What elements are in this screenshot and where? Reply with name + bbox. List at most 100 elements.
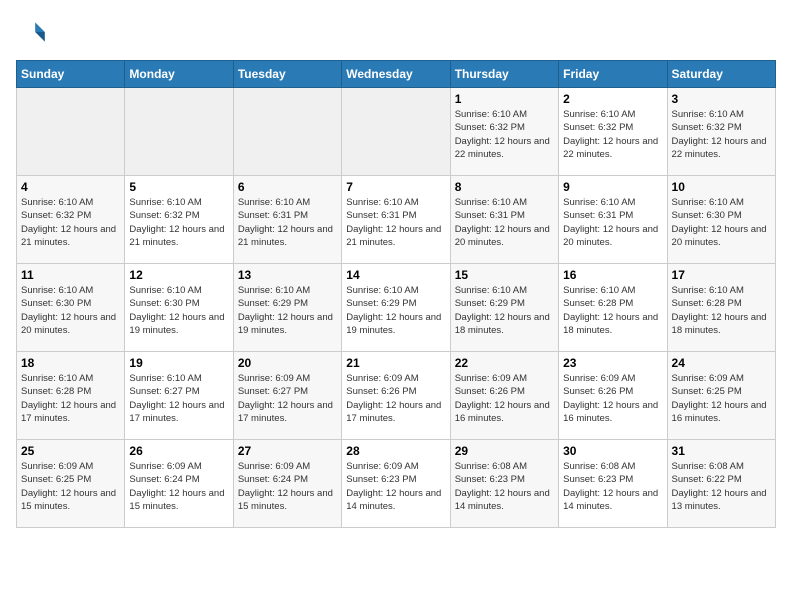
header-row: SundayMondayTuesdayWednesdayThursdayFrid…: [17, 61, 776, 88]
day-info: Sunrise: 6:10 AM Sunset: 6:28 PM Dayligh…: [21, 372, 120, 425]
day-info: Sunrise: 6:10 AM Sunset: 6:32 PM Dayligh…: [129, 196, 228, 249]
day-header-wednesday: Wednesday: [342, 61, 450, 88]
day-number: 29: [455, 444, 554, 458]
day-info: Sunrise: 6:10 AM Sunset: 6:29 PM Dayligh…: [238, 284, 337, 337]
day-info: Sunrise: 6:10 AM Sunset: 6:28 PM Dayligh…: [672, 284, 771, 337]
day-number: 15: [455, 268, 554, 282]
day-number: 19: [129, 356, 228, 370]
day-number: 21: [346, 356, 445, 370]
day-number: 6: [238, 180, 337, 194]
day-number: 7: [346, 180, 445, 194]
day-cell: 26 Sunrise: 6:09 AM Sunset: 6:24 PM Dayli…: [125, 440, 233, 528]
day-info: Sunrise: 6:10 AM Sunset: 6:30 PM Dayligh…: [21, 284, 120, 337]
day-number: 2: [563, 92, 662, 106]
day-info: Sunrise: 6:09 AM Sunset: 6:24 PM Dayligh…: [129, 460, 228, 513]
day-info: Sunrise: 6:08 AM Sunset: 6:23 PM Dayligh…: [563, 460, 662, 513]
week-row-3: 11 Sunrise: 6:10 AM Sunset: 6:30 PM Dayli…: [17, 264, 776, 352]
day-cell: 28 Sunrise: 6:09 AM Sunset: 6:23 PM Dayli…: [342, 440, 450, 528]
day-info: Sunrise: 6:10 AM Sunset: 6:30 PM Dayligh…: [129, 284, 228, 337]
day-info: Sunrise: 6:08 AM Sunset: 6:23 PM Dayligh…: [455, 460, 554, 513]
day-info: Sunrise: 6:10 AM Sunset: 6:32 PM Dayligh…: [672, 108, 771, 161]
day-number: 31: [672, 444, 771, 458]
day-cell: [233, 88, 341, 176]
day-cell: 17 Sunrise: 6:10 AM Sunset: 6:28 PM Dayli…: [667, 264, 775, 352]
day-cell: 3Sunrise: 6:10 AM Sunset: 6:32 PM Daylig…: [667, 88, 775, 176]
day-number: 20: [238, 356, 337, 370]
day-number: 12: [129, 268, 228, 282]
day-cell: 24Sunrise: 6:09 AM Sunset: 6:25 PM Dayli…: [667, 352, 775, 440]
day-cell: 14 Sunrise: 6:10 AM Sunset: 6:29 PM Dayli…: [342, 264, 450, 352]
day-cell: 13 Sunrise: 6:10 AM Sunset: 6:29 PM Dayli…: [233, 264, 341, 352]
day-number: 14: [346, 268, 445, 282]
day-number: 8: [455, 180, 554, 194]
logo: [16, 16, 52, 48]
day-info: Sunrise: 6:10 AM Sunset: 6:31 PM Dayligh…: [563, 196, 662, 249]
day-cell: 11 Sunrise: 6:10 AM Sunset: 6:30 PM Dayli…: [17, 264, 125, 352]
week-row-4: 18 Sunrise: 6:10 AM Sunset: 6:28 PM Dayli…: [17, 352, 776, 440]
day-cell: 19 Sunrise: 6:10 AM Sunset: 6:27 PM Dayli…: [125, 352, 233, 440]
day-header-friday: Friday: [559, 61, 667, 88]
day-cell: 29 Sunrise: 6:08 AM Sunset: 6:23 PM Dayli…: [450, 440, 558, 528]
day-cell: 16 Sunrise: 6:10 AM Sunset: 6:28 PM Dayli…: [559, 264, 667, 352]
day-info: Sunrise: 6:10 AM Sunset: 6:31 PM Dayligh…: [455, 196, 554, 249]
day-number: 18: [21, 356, 120, 370]
day-cell: [125, 88, 233, 176]
day-info: Sunrise: 6:09 AM Sunset: 6:23 PM Dayligh…: [346, 460, 445, 513]
day-cell: 2 Sunrise: 6:10 AM Sunset: 6:32 PM Daylig…: [559, 88, 667, 176]
day-info: Sunrise: 6:08 AM Sunset: 6:22 PM Dayligh…: [672, 460, 771, 513]
day-cell: 25 Sunrise: 6:09 AM Sunset: 6:25 PM Dayli…: [17, 440, 125, 528]
day-cell: 21 Sunrise: 6:09 AM Sunset: 6:26 PM Dayli…: [342, 352, 450, 440]
day-number: 10: [672, 180, 771, 194]
day-info: Sunrise: 6:10 AM Sunset: 6:32 PM Dayligh…: [563, 108, 662, 161]
day-cell: [17, 88, 125, 176]
day-cell: 5 Sunrise: 6:10 AM Sunset: 6:32 PM Daylig…: [125, 176, 233, 264]
day-number: 24: [672, 356, 771, 370]
day-number: 25: [21, 444, 120, 458]
day-number: 5: [129, 180, 228, 194]
day-cell: 20Sunrise: 6:09 AM Sunset: 6:27 PM Dayli…: [233, 352, 341, 440]
day-number: 4: [21, 180, 120, 194]
day-number: 9: [563, 180, 662, 194]
day-info: Sunrise: 6:10 AM Sunset: 6:31 PM Dayligh…: [238, 196, 337, 249]
day-info: Sunrise: 6:09 AM Sunset: 6:25 PM Dayligh…: [21, 460, 120, 513]
day-info: Sunrise: 6:10 AM Sunset: 6:30 PM Dayligh…: [672, 196, 771, 249]
day-info: Sunrise: 6:10 AM Sunset: 6:29 PM Dayligh…: [346, 284, 445, 337]
week-row-2: 4 Sunrise: 6:10 AM Sunset: 6:32 PM Daylig…: [17, 176, 776, 264]
logo-icon: [16, 16, 48, 48]
day-cell: 18 Sunrise: 6:10 AM Sunset: 6:28 PM Dayli…: [17, 352, 125, 440]
day-number: 11: [21, 268, 120, 282]
calendar-table: SundayMondayTuesdayWednesdayThursdayFrid…: [16, 60, 776, 528]
day-cell: 12 Sunrise: 6:10 AM Sunset: 6:30 PM Dayli…: [125, 264, 233, 352]
day-info: Sunrise: 6:10 AM Sunset: 6:28 PM Dayligh…: [563, 284, 662, 337]
day-number: 26: [129, 444, 228, 458]
day-cell: 27Sunrise: 6:09 AM Sunset: 6:24 PM Dayli…: [233, 440, 341, 528]
day-info: Sunrise: 6:10 AM Sunset: 6:29 PM Dayligh…: [455, 284, 554, 337]
day-cell: 15 Sunrise: 6:10 AM Sunset: 6:29 PM Dayli…: [450, 264, 558, 352]
day-info: Sunrise: 6:10 AM Sunset: 6:27 PM Dayligh…: [129, 372, 228, 425]
day-info: Sunrise: 6:09 AM Sunset: 6:26 PM Dayligh…: [346, 372, 445, 425]
day-number: 16: [563, 268, 662, 282]
day-cell: 30Sunrise: 6:08 AM Sunset: 6:23 PM Dayli…: [559, 440, 667, 528]
day-info: Sunrise: 6:10 AM Sunset: 6:32 PM Dayligh…: [455, 108, 554, 161]
day-cell: 6 Sunrise: 6:10 AM Sunset: 6:31 PM Daylig…: [233, 176, 341, 264]
day-cell: 23Sunrise: 6:09 AM Sunset: 6:26 PM Dayli…: [559, 352, 667, 440]
day-header-sunday: Sunday: [17, 61, 125, 88]
day-number: 22: [455, 356, 554, 370]
day-cell: 22 Sunrise: 6:09 AM Sunset: 6:26 PM Dayli…: [450, 352, 558, 440]
day-info: Sunrise: 6:09 AM Sunset: 6:26 PM Dayligh…: [563, 372, 662, 425]
day-cell: 10 Sunrise: 6:10 AM Sunset: 6:30 PM Dayli…: [667, 176, 775, 264]
day-number: 27: [238, 444, 337, 458]
page-header: [16, 16, 776, 48]
day-number: 17: [672, 268, 771, 282]
day-cell: 4Sunrise: 6:10 AM Sunset: 6:32 PM Daylig…: [17, 176, 125, 264]
day-cell: 8 Sunrise: 6:10 AM Sunset: 6:31 PM Daylig…: [450, 176, 558, 264]
day-header-tuesday: Tuesday: [233, 61, 341, 88]
day-cell: 31 Sunrise: 6:08 AM Sunset: 6:22 PM Dayli…: [667, 440, 775, 528]
day-cell: [342, 88, 450, 176]
day-number: 13: [238, 268, 337, 282]
day-number: 1: [455, 92, 554, 106]
day-info: Sunrise: 6:09 AM Sunset: 6:26 PM Dayligh…: [455, 372, 554, 425]
week-row-5: 25 Sunrise: 6:09 AM Sunset: 6:25 PM Dayli…: [17, 440, 776, 528]
day-header-saturday: Saturday: [667, 61, 775, 88]
day-number: 28: [346, 444, 445, 458]
